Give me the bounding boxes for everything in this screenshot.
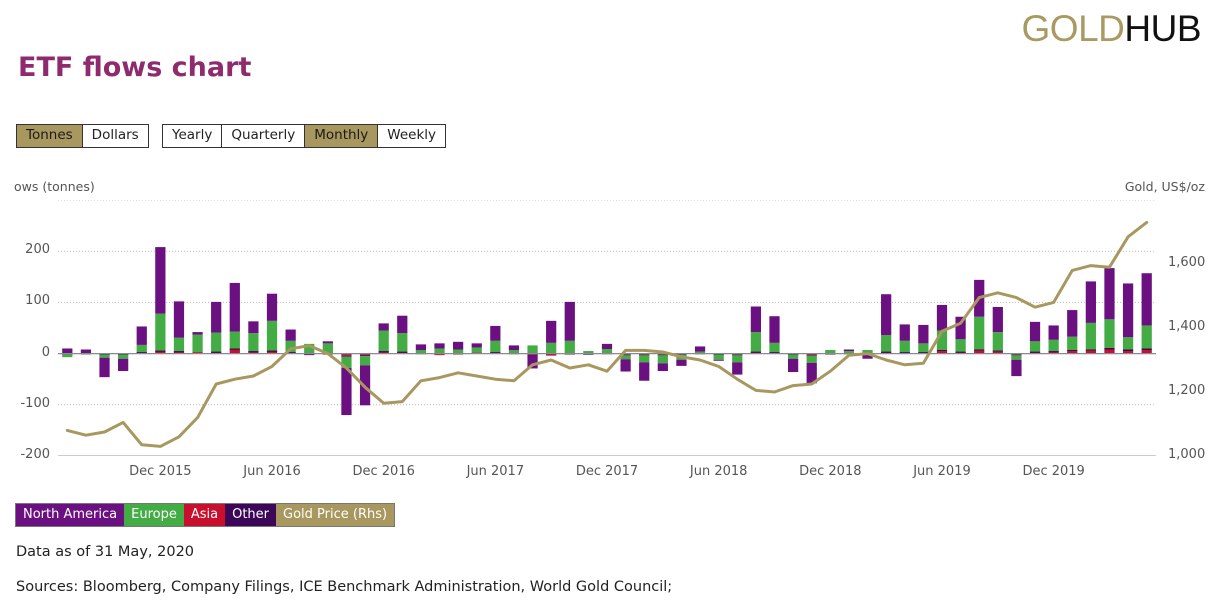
chart-bar	[1067, 310, 1078, 354]
logo-gold-text: GOLD	[1021, 8, 1125, 49]
frequency-toggle-group[interactable]: Yearly Quarterly Monthly Weekly	[162, 124, 447, 148]
chart-bar	[899, 324, 910, 354]
etf-flows-chart-plot: 200 100 0 -100 -200 1,600 1,400 1,200 1,000 Dec 2…	[20, 200, 1205, 479]
frequency-monthly-button[interactable]: Monthly	[304, 124, 378, 148]
x-axis-tick-label: Jun 2016	[243, 464, 301, 479]
legend-item-other[interactable]: Other	[225, 504, 277, 526]
chart-bar	[1029, 321, 1041, 354]
units-tonnes-button[interactable]: Tonnes	[16, 124, 82, 148]
chart-bar	[229, 282, 240, 354]
chart-bar	[992, 307, 1003, 354]
gold-price-line	[65, 220, 1149, 448]
chart-svg	[58, 200, 1156, 456]
chart-bar	[118, 353, 129, 372]
chart-bar	[192, 332, 203, 354]
y-axis-tick-label: -100	[20, 395, 50, 411]
right-axis-caption: Gold, US$/oz	[1124, 179, 1205, 194]
units-dollars-button[interactable]: Dollars	[81, 124, 149, 148]
chart-bar	[546, 320, 557, 356]
chart-bar	[1122, 283, 1134, 354]
chart-bar	[62, 348, 73, 358]
chart-bar	[155, 247, 166, 354]
chart-bar	[99, 353, 110, 378]
chart-bar	[657, 353, 668, 372]
chart-bar	[806, 353, 817, 384]
chart-bar	[1085, 281, 1096, 354]
chart-bar	[639, 353, 650, 381]
chart-bar	[173, 301, 185, 354]
chart-bar	[601, 343, 613, 355]
chart-bar	[490, 325, 501, 354]
left-axis-caption: ows (tonnes)	[14, 179, 95, 194]
chart-bar	[1104, 268, 1115, 354]
y-axis-tick-label: 100	[25, 293, 50, 309]
goldhub-logo: GOLDHUB	[1021, 8, 1202, 50]
chart-bar	[583, 351, 594, 355]
chart-bar	[415, 344, 427, 355]
chart-bar	[136, 326, 147, 354]
chart-bar	[713, 353, 724, 361]
chart-bar	[787, 353, 799, 373]
chart-bar	[378, 323, 389, 354]
chart-bar	[248, 321, 259, 354]
chart-bar	[453, 341, 464, 355]
units-toggle-group[interactable]: Tonnes Dollars	[16, 124, 149, 148]
legend-item-asia[interactable]: Asia	[183, 504, 226, 526]
chart-bar	[881, 294, 892, 354]
y2-axis-tick-label: 1,000	[1168, 447, 1206, 462]
x-axis-tick-label: Dec 2016	[352, 464, 415, 479]
frequency-yearly-button[interactable]: Yearly	[162, 124, 222, 148]
chart-bar	[750, 306, 761, 354]
page-title: ETF flows chart	[18, 52, 252, 83]
chart-bar	[918, 324, 929, 354]
x-axis-tick-label: Dec 2015	[129, 464, 192, 479]
legend-item-gold-price-rhs[interactable]: Gold Price (Rhs)	[276, 504, 395, 526]
logo-hub-text: HUB	[1124, 8, 1201, 49]
chart-legend[interactable]: North America Europe Asia Other Gold Price (…	[15, 503, 396, 527]
y2-axis-tick-label: 1,600	[1168, 255, 1206, 270]
chart-bar	[471, 343, 482, 354]
x-axis-tick-label: Dec 2018	[799, 464, 862, 479]
legend-item-north-america[interactable]: North America	[16, 504, 125, 526]
chart-bar	[769, 316, 780, 354]
sources-note: Sources: Bloomberg, Company Filings, ICE…	[16, 579, 673, 595]
chart-bar	[341, 353, 352, 416]
chart-bar	[974, 279, 985, 354]
x-axis-tick-label: Jun 2017	[466, 464, 525, 479]
legend-item-europe[interactable]: Europe	[124, 504, 184, 526]
frequency-quarterly-button[interactable]: Quarterly	[221, 124, 305, 148]
chart-bar	[397, 315, 408, 354]
y2-axis-tick-label: 1,400	[1168, 319, 1206, 334]
x-axis-tick-label: Dec 2019	[1022, 464, 1085, 479]
chart-bar	[564, 301, 575, 355]
y2-axis-tick-label: 1,200	[1168, 383, 1206, 398]
chart-bar	[211, 301, 222, 354]
data-as-of-note: Data as of 31 May, 2020	[16, 544, 195, 560]
x-axis-tick-label: Dec 2017	[575, 464, 639, 479]
frequency-weekly-button[interactable]: Weekly	[377, 124, 447, 148]
chart-bar	[1011, 353, 1022, 377]
chart-bar	[359, 353, 371, 406]
chart-bar	[1048, 325, 1059, 354]
y-axis-tick-label: 0	[41, 344, 50, 360]
chart-bar	[732, 353, 743, 375]
x-axis-tick-label: Jun 2018	[689, 464, 748, 479]
chart-bar	[508, 345, 520, 355]
x-axis-tick-label: Jun 2019	[913, 464, 971, 479]
chart-bar	[266, 293, 278, 354]
y-axis-tick-label: 200	[25, 242, 50, 258]
chart-bar	[1141, 273, 1152, 354]
y-axis-tick-label: -200	[20, 447, 50, 462]
